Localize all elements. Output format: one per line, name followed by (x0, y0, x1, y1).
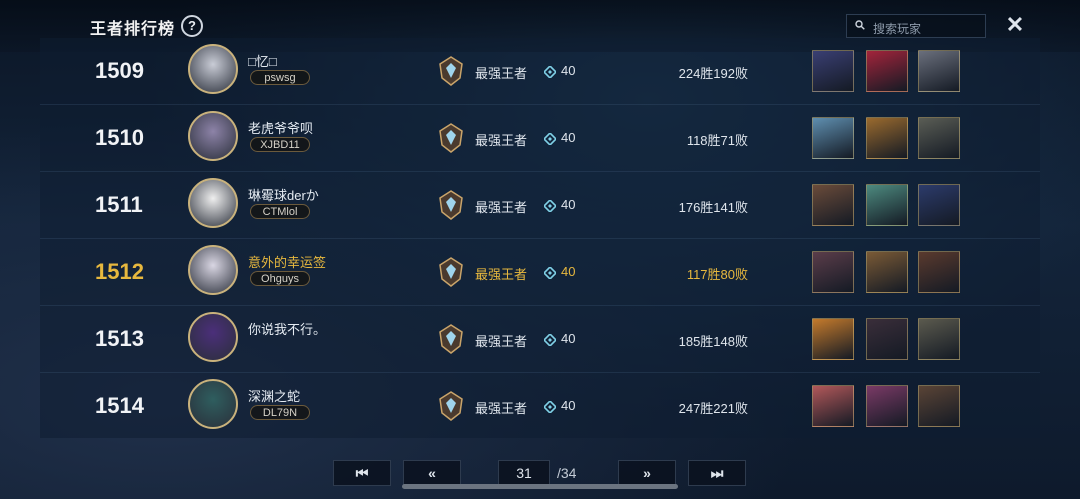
rank-number: 1514 (95, 393, 144, 418)
next-page-button[interactable]: » (618, 460, 676, 486)
hero-portrait[interactable] (812, 50, 854, 92)
avatar[interactable] (188, 245, 238, 295)
rank-number: 1511 (95, 192, 143, 217)
first-page-button[interactable]: ⏮ (333, 460, 391, 486)
points-icon (544, 66, 556, 78)
points-icon (544, 267, 556, 279)
table-row[interactable]: 1511 琳霉球derか CTMlol 最强王者 40 176胜141败 (40, 172, 1040, 239)
hero-portrait[interactable] (918, 251, 960, 293)
points-icon (544, 133, 556, 145)
tier-label: 最强王者 (475, 334, 528, 349)
hero-portrait[interactable] (918, 318, 960, 360)
player-name: 意外的幸运签 (248, 255, 327, 270)
hero-portrait[interactable] (812, 385, 854, 427)
win-loss-record: 176胜141败 (678, 200, 748, 215)
last-page-button[interactable]: ⏭ (688, 460, 746, 486)
table-row[interactable]: 1510 老虎爷爷呗 XJBD11 最强王者 40 118胜71败 (40, 105, 1040, 172)
player-name: 琳霉球derか (248, 188, 319, 203)
rank-number: 1510 (95, 125, 144, 150)
tier-label: 最强王者 (475, 66, 528, 81)
tier-label: 最强王者 (475, 200, 528, 215)
player-name: □忆□ (248, 54, 277, 69)
close-button[interactable]: ✕ (1005, 13, 1025, 37)
search-placeholder: 搜索玩家 (873, 22, 922, 36)
hero-portrait[interactable] (866, 184, 908, 226)
points-value: 40 (561, 63, 576, 78)
page-number-input[interactable]: 31 (498, 460, 550, 486)
win-loss-record: 185胜148败 (678, 334, 748, 349)
player-tag: pswsg (250, 70, 310, 85)
player-tag: XJBD11 (250, 137, 310, 152)
player-name: 老虎爷爷呗 (248, 121, 314, 136)
rank-badge-icon (439, 257, 463, 287)
hero-portrait[interactable] (866, 50, 908, 92)
rank-number: 1512 (95, 259, 144, 284)
points-value: 40 (561, 130, 576, 145)
rank-badge-icon (439, 56, 463, 86)
tier-label: 最强王者 (475, 267, 528, 282)
hero-portrait[interactable] (812, 251, 854, 293)
win-loss-record: 118胜71败 (686, 133, 748, 148)
points-value: 40 (561, 331, 576, 346)
points-icon (544, 200, 556, 212)
hero-portrait[interactable] (918, 385, 960, 427)
rank-number: 1513 (95, 326, 144, 351)
points-value: 40 (561, 264, 576, 279)
avatar[interactable] (188, 111, 238, 161)
points-icon (544, 401, 556, 413)
table-row[interactable]: 1509 □忆□ pswsg 最强王者 40 224胜192败 (40, 38, 1040, 105)
table-row[interactable]: 1512 意外的幸运签 Ohguys 最强王者 40 117胜80败 (40, 239, 1040, 306)
rank-number: 1509 (95, 58, 144, 83)
rank-badge-icon (439, 190, 463, 220)
hero-portrait[interactable] (866, 251, 908, 293)
table-row[interactable]: 1513 你说我不行。最强王者 40 185胜148败 (40, 306, 1040, 373)
tier-label: 最强王者 (475, 133, 528, 148)
search-input[interactable]: 搜索玩家 (846, 14, 986, 38)
rank-badge-icon (439, 123, 463, 153)
search-icon (855, 20, 865, 30)
player-tag: DL79N (250, 405, 310, 420)
player-tag: CTMlol (250, 204, 310, 219)
points-icon (544, 334, 556, 346)
win-loss-record: 247胜221败 (678, 401, 748, 416)
avatar[interactable] (188, 44, 238, 94)
prev-page-button[interactable]: « (403, 460, 461, 486)
win-loss-record: 117胜80败 (686, 267, 748, 282)
player-name: 深渊之蛇 (248, 389, 301, 404)
rank-badge-icon (439, 324, 463, 354)
avatar[interactable] (188, 312, 238, 362)
win-loss-record: 224胜192败 (678, 66, 748, 81)
table-row[interactable]: 1514 深渊之蛇 DL79N 最强王者 40 247胜221败 (40, 373, 1040, 438)
page-title: 王者排行榜 (90, 21, 176, 38)
player-tag: Ohguys (250, 271, 310, 286)
hero-portrait[interactable] (918, 50, 960, 92)
tier-label: 最强王者 (475, 401, 528, 416)
hero-portrait[interactable] (812, 318, 854, 360)
hero-portrait[interactable] (812, 117, 854, 159)
hero-portrait[interactable] (866, 117, 908, 159)
points-value: 40 (561, 398, 576, 413)
hero-portrait[interactable] (918, 117, 960, 159)
rank-badge-icon (439, 391, 463, 421)
avatar[interactable] (188, 379, 238, 429)
hero-portrait[interactable] (918, 184, 960, 226)
hero-portrait[interactable] (866, 385, 908, 427)
ranking-list[interactable]: 1509 □忆□ pswsg 最强王者 40 224胜192败 1510 老虎爷爷呗 XJBD… (40, 38, 1040, 438)
player-name: 你说我不行。 (248, 322, 327, 337)
avatar[interactable] (188, 178, 238, 228)
hero-portrait[interactable] (812, 184, 854, 226)
points-value: 40 (561, 197, 576, 212)
hero-portrait[interactable] (866, 318, 908, 360)
pagination: ⏮ « 31 /34 » ⏭ (0, 455, 1080, 499)
page-total: /34 (557, 465, 577, 481)
horizontal-scrollbar[interactable] (402, 484, 678, 489)
help-icon[interactable]: ? (181, 15, 203, 37)
